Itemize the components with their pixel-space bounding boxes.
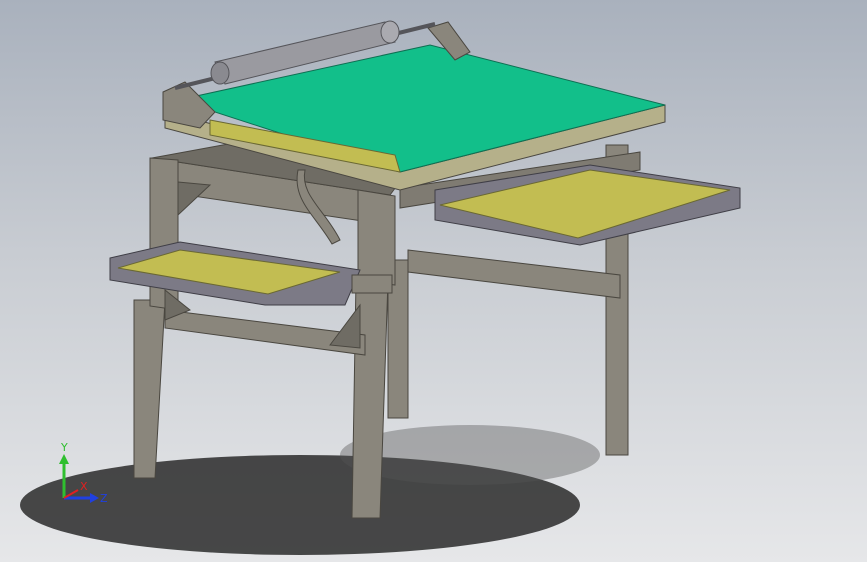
cad-viewport[interactable]: Y X Z [0, 0, 867, 562]
roller-end-left [210, 61, 230, 85]
orientation-triad: Y X Z [59, 441, 108, 505]
table-3d-model[interactable] [0, 0, 867, 562]
roller-end-right [380, 20, 400, 44]
z-axis-label: Z [100, 492, 108, 505]
bracket-left [177, 181, 212, 217]
corner-post-right [357, 189, 396, 286]
y-axis-label: Y [60, 441, 68, 454]
rear-rail [407, 249, 621, 299]
front-left-leg [133, 299, 166, 479]
hinge-plate-left [351, 274, 393, 294]
lower-front-rail [164, 309, 366, 356]
z-axis-arrow [90, 493, 99, 503]
y-axis-arrow [59, 454, 69, 464]
side-arm-left [162, 81, 216, 129]
bracket-right [329, 303, 361, 349]
x-axis-label: X [80, 480, 88, 493]
